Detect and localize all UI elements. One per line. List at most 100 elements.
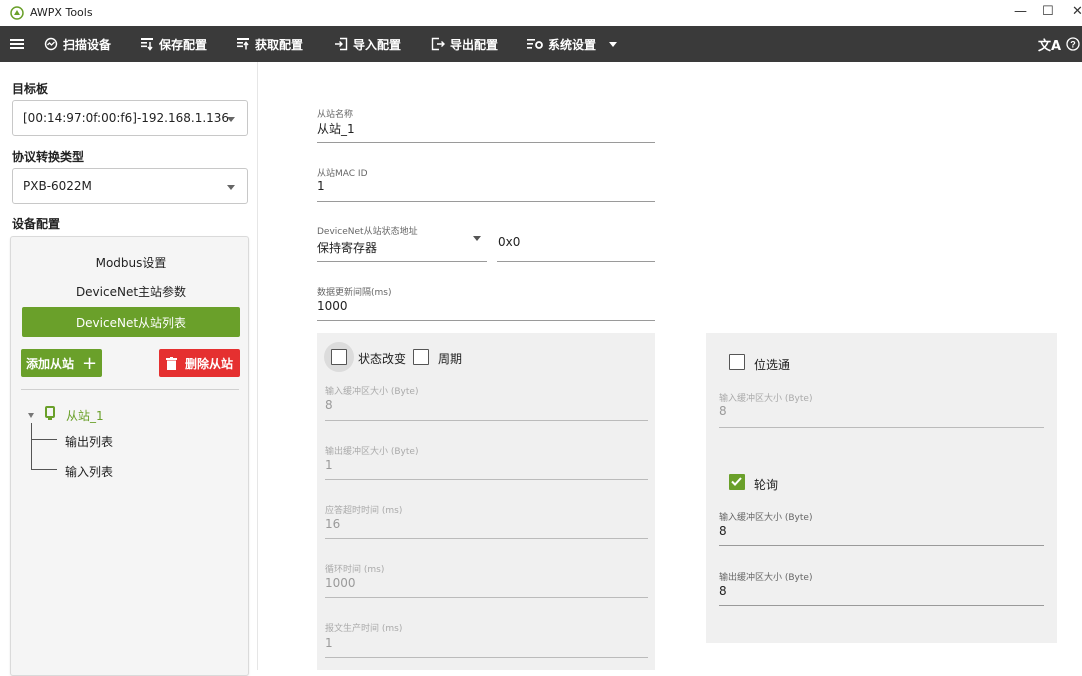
response-timeout-input[interactable]: 16 xyxy=(325,517,340,531)
window-title: AWPX Tools xyxy=(30,6,93,19)
bit-input-buffer-label: 输入缓冲区大小 (Byte) xyxy=(719,394,813,404)
device-icon xyxy=(45,406,55,420)
cyclic-checkbox[interactable] xyxy=(413,349,429,365)
field-underline xyxy=(325,420,648,421)
cycle-time-label: 循环时间 (ms) xyxy=(325,565,385,575)
menu-button[interactable] xyxy=(10,26,24,62)
scan-icon xyxy=(44,37,58,51)
field-underline xyxy=(325,538,648,539)
export-icon xyxy=(431,37,445,51)
title-bar: AWPX Tools — ☐ ✕ xyxy=(0,0,1082,26)
protocol-type-value: PXB-6022M xyxy=(23,179,92,193)
language-button[interactable]: 文A xyxy=(1038,26,1061,62)
protocol-type-select[interactable]: PXB-6022M xyxy=(12,168,248,204)
tree-node-slave[interactable]: 从站_1 xyxy=(66,407,104,424)
field-underline xyxy=(317,201,655,202)
save-config-icon xyxy=(141,38,153,51)
field-underline xyxy=(317,142,655,143)
save-config-button[interactable]: 保存配置 xyxy=(140,26,207,62)
left-panel: 目标板 [00:14:97:0f:00:f6]-192.168.1.136 协议… xyxy=(0,62,258,676)
add-slave-button[interactable]: 添加从站 + xyxy=(21,349,102,377)
device-config-panel: Modbus设置 DeviceNet主站参数 DeviceNet从站列表 添加从… xyxy=(10,236,249,676)
chevron-down-icon xyxy=(227,117,235,122)
delete-slave-button[interactable]: 删除从站 xyxy=(159,349,240,377)
mac-id-input[interactable]: 1 xyxy=(317,179,325,193)
fetch-config-label: 获取配置 xyxy=(255,37,304,52)
status-addr-hex-input[interactable]: 0x0 xyxy=(498,235,520,249)
divider xyxy=(21,389,239,390)
fetch-config-icon xyxy=(237,38,249,50)
cycle-time-input[interactable]: 1000 xyxy=(325,576,356,590)
status-addr-value: 保持寄存器 xyxy=(317,241,378,255)
connection-card-left: 状态改变 周期 输入缓冲区大小 (Byte) 8 输出缓冲区大小 (Byte) … xyxy=(317,333,655,670)
export-config-label: 导出配置 xyxy=(450,37,499,52)
chevron-down-icon xyxy=(227,185,235,190)
app-logo-icon xyxy=(10,6,24,20)
production-time-label: 报文生产时间 (ms) xyxy=(325,624,403,634)
input-buffer-input[interactable]: 8 xyxy=(325,398,333,412)
devicenet-slave-list-button[interactable]: DeviceNet从站列表 xyxy=(22,307,240,337)
chevron-down-icon xyxy=(473,236,481,241)
target-board-label: 目标板 xyxy=(12,82,49,96)
toolbar: 扫描设备 保存配置 获取配置 导入配置 导出配置 系统设置 文A ? xyxy=(0,26,1082,62)
poll-output-buffer-input[interactable]: 8 xyxy=(719,584,727,598)
chevron-down-icon xyxy=(609,41,618,47)
field-underline xyxy=(325,597,648,598)
help-icon: ? xyxy=(1066,37,1080,51)
production-time-input[interactable]: 1 xyxy=(325,636,333,650)
scan-device-label: 扫描设备 xyxy=(63,37,112,52)
field-underline xyxy=(497,261,655,262)
bit-input-buffer-input[interactable]: 8 xyxy=(719,404,727,418)
protocol-type-label: 协议转换类型 xyxy=(12,150,85,164)
save-config-label: 保存配置 xyxy=(159,37,208,52)
check-icon xyxy=(731,477,742,486)
help-button[interactable]: ? xyxy=(1066,26,1080,62)
maximize-button[interactable]: ☐ xyxy=(1042,4,1054,19)
tree-connector xyxy=(31,423,32,469)
update-interval-label: 数据更新间隔(ms) xyxy=(317,288,392,298)
input-buffer-label: 输入缓冲区大小 (Byte) xyxy=(325,387,419,397)
field-underline xyxy=(325,657,648,658)
settings-icon xyxy=(527,39,543,49)
tree-connector xyxy=(31,469,57,470)
field-underline xyxy=(719,605,1044,606)
cyclic-label: 周期 xyxy=(438,352,463,366)
delete-slave-label: 删除从站 xyxy=(184,356,233,371)
slave-name-label: 从站名称 xyxy=(317,110,354,120)
target-board-select[interactable]: [00:14:97:0f:00:f6]-192.168.1.136 xyxy=(12,100,248,136)
slave-name-input[interactable]: 从站_1 xyxy=(317,120,355,137)
status-addr-select[interactable]: 保持寄存器 xyxy=(317,236,487,262)
fetch-config-button[interactable]: 获取配置 xyxy=(236,26,303,62)
bit-strobe-checkbox[interactable] xyxy=(729,354,745,370)
response-timeout-label: 应答超时时间 (ms) xyxy=(325,506,403,516)
field-underline xyxy=(325,479,648,480)
scan-device-button[interactable]: 扫描设备 xyxy=(44,26,111,62)
modbus-settings-button[interactable]: Modbus设置 xyxy=(22,247,240,277)
polling-label: 轮询 xyxy=(754,478,779,492)
poll-output-buffer-label: 输出缓冲区大小 (Byte) xyxy=(719,573,813,583)
tree-node-input-list[interactable]: 输入列表 xyxy=(65,463,113,480)
poll-input-buffer-input[interactable]: 8 xyxy=(719,524,727,538)
add-slave-label: 添加从站 xyxy=(25,356,74,371)
polling-checkbox[interactable] xyxy=(729,474,745,490)
field-underline xyxy=(317,261,487,262)
field-underline xyxy=(719,545,1044,546)
state-change-checkbox[interactable] xyxy=(331,349,347,365)
tree-node-output-list[interactable]: 输出列表 xyxy=(65,433,113,450)
bit-strobe-label: 位选通 xyxy=(754,358,791,372)
export-config-button[interactable]: 导出配置 xyxy=(431,26,498,62)
minimize-button[interactable]: — xyxy=(1014,4,1027,19)
close-button[interactable]: ✕ xyxy=(1072,4,1082,19)
system-settings-button[interactable]: 系统设置 xyxy=(527,26,618,62)
plus-icon: + xyxy=(81,352,98,374)
devicenet-master-params-button[interactable]: DeviceNet主站参数 xyxy=(22,276,240,306)
field-underline xyxy=(719,427,1044,428)
update-interval-input[interactable]: 1000 xyxy=(317,299,348,313)
import-icon xyxy=(335,37,348,51)
field-underline xyxy=(317,320,655,321)
tree-expand-icon[interactable] xyxy=(28,413,34,418)
hamburger-icon xyxy=(10,39,24,49)
output-buffer-input[interactable]: 1 xyxy=(325,458,333,472)
svg-text:?: ? xyxy=(1070,40,1076,50)
import-config-button[interactable]: 导入配置 xyxy=(334,26,401,62)
